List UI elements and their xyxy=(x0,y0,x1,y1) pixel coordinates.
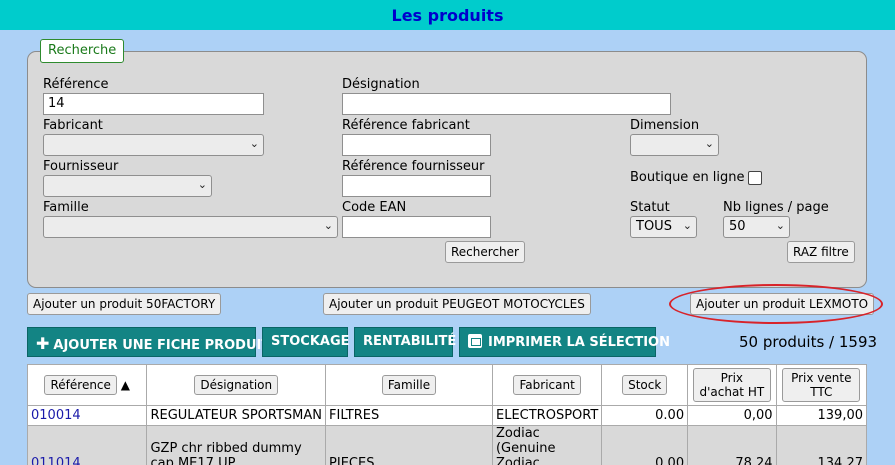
table-header-row: Référence ▲ Désignation Famille Fabrican… xyxy=(26,364,868,406)
statut-label: Statut xyxy=(630,200,670,215)
ref-fabricant-input[interactable] xyxy=(342,134,491,156)
print-selection-label: IMPRIMER LA SÉLECTION xyxy=(488,335,670,350)
col-reference: Référence ▲ xyxy=(26,364,148,406)
cell-prix-vente: 139,00 xyxy=(775,405,868,426)
col-designation: Désignation xyxy=(146,364,327,406)
page-header: Les produits xyxy=(0,0,895,30)
nb-lignes-label: Nb lignes / page xyxy=(723,200,829,215)
cell-prix-achat: 78,24 xyxy=(687,425,777,465)
cell-reference: 011014 xyxy=(26,425,148,465)
rentabilite-button[interactable]: RENTABILITÉ xyxy=(354,327,456,357)
product-link[interactable]: 011014 xyxy=(31,456,81,465)
sort-famille-button[interactable]: Famille xyxy=(381,375,437,395)
stockage-button[interactable]: STOCKAGE xyxy=(262,327,350,357)
col-famille: Famille xyxy=(325,364,493,406)
add-product-sheet-label: AJOUTER UNE FICHE PRODUIT xyxy=(53,338,271,353)
col-prix-vente: Prix vente TTC xyxy=(775,364,868,406)
cell-designation: GZP chr ribbed dummy cap ME17 UP xyxy=(146,425,327,465)
cell-reference: 010014 xyxy=(26,405,148,426)
statut-select[interactable]: TOUS ⌄ xyxy=(630,216,697,238)
cell-prix-vente: 134,27 xyxy=(775,425,868,465)
printer-icon xyxy=(468,334,482,348)
ref-fournisseur-label: Référence fournisseur xyxy=(342,159,485,174)
chevron-down-icon: ⌄ xyxy=(249,137,259,150)
col-prix-achat: Prix d'achat HT xyxy=(687,364,777,406)
chevron-down-icon: ⌄ xyxy=(682,219,692,232)
nb-lignes-select[interactable]: 50 ⌄ xyxy=(723,216,790,238)
fournisseur-label: Fournisseur xyxy=(43,159,119,174)
designation-input[interactable] xyxy=(342,93,671,115)
col-stock: Stock xyxy=(601,364,689,406)
reset-filter-button[interactable]: RAZ filtre xyxy=(787,241,855,263)
add-product-sheet-button[interactable]: ✚ AJOUTER UNE FICHE PRODUIT xyxy=(27,327,270,357)
fabricant-select[interactable]: ⌄ xyxy=(43,134,264,156)
table-row: 011014 GZP chr ribbed dummy cap ME17 UP … xyxy=(26,425,868,465)
sort-prix-vente-button[interactable]: Prix vente TTC xyxy=(782,368,861,402)
page-title: Les produits xyxy=(391,6,504,25)
add-peugeot-button[interactable]: Ajouter un produit PEUGEOT MOTOCYCLES xyxy=(323,293,591,315)
famille-label: Famille xyxy=(43,200,89,215)
boutique-checkbox[interactable] xyxy=(748,171,762,185)
cell-famille: FILTRES xyxy=(325,405,493,426)
product-link[interactable]: 010014 xyxy=(31,408,81,423)
chevron-down-icon: ⌄ xyxy=(197,178,207,191)
statut-select-value: TOUS xyxy=(636,219,672,234)
col-fabricant: Fabricant xyxy=(491,364,603,406)
search-button[interactable]: Rechercher xyxy=(445,241,525,263)
ean-input[interactable] xyxy=(342,216,491,238)
nb-lignes-select-value: 50 xyxy=(729,219,746,234)
designation-label: Désignation xyxy=(342,77,420,92)
product-count: 50 produits / 1593 xyxy=(739,333,878,351)
sort-prix-achat-button[interactable]: Prix d'achat HT xyxy=(692,368,771,402)
fabricant-label: Fabricant xyxy=(43,118,103,133)
add-50factory-button[interactable]: Ajouter un produit 50FACTORY xyxy=(27,293,222,315)
sort-reference-button[interactable]: Référence xyxy=(44,375,117,395)
ean-label: Code EAN xyxy=(342,200,407,215)
highlight-annotation xyxy=(669,284,883,324)
famille-select[interactable]: ⌄ xyxy=(43,216,338,238)
reference-label: Référence xyxy=(43,77,109,92)
chevron-down-icon: ⌄ xyxy=(775,219,785,232)
fournisseur-select[interactable]: ⌄ xyxy=(43,175,212,197)
cell-designation: REGULATEUR SPORTSMAN xyxy=(146,405,327,426)
cell-prix-achat: 0,00 xyxy=(687,405,777,426)
sort-stock-button[interactable]: Stock xyxy=(622,375,668,395)
cell-fabricant: ELECTROSPORT xyxy=(491,405,603,426)
products-table: Référence ▲ Désignation Famille Fabrican… xyxy=(26,364,868,465)
chevron-down-icon: ⌄ xyxy=(323,219,333,232)
search-legend: Recherche xyxy=(40,39,125,63)
reference-input[interactable]: 14 xyxy=(43,93,264,115)
chevron-down-icon: ⌄ xyxy=(704,137,714,150)
cell-stock: 0.00 xyxy=(601,405,689,426)
sort-designation-button[interactable]: Désignation xyxy=(194,375,279,395)
dimension-label: Dimension xyxy=(630,118,700,133)
dimension-select[interactable]: ⌄ xyxy=(630,134,719,156)
sort-fabricant-button[interactable]: Fabricant xyxy=(513,375,581,395)
print-selection-button[interactable]: IMPRIMER LA SÉLECTION xyxy=(459,327,670,357)
cell-fabricant: Zodiac (Genuine Zodiac xyxy=(491,425,603,465)
ref-fabricant-label: Référence fabricant xyxy=(342,118,470,133)
cell-famille: PIECES xyxy=(325,425,493,465)
table-row: 010014 REGULATEUR SPORTSMAN FILTRES ELEC… xyxy=(26,405,868,426)
sort-asc-icon: ▲ xyxy=(120,378,130,392)
plus-icon: ✚ xyxy=(36,334,50,353)
cell-stock: 0.00 xyxy=(601,425,689,465)
ref-fournisseur-input[interactable] xyxy=(342,175,491,197)
boutique-label: Boutique en ligne xyxy=(630,170,745,185)
